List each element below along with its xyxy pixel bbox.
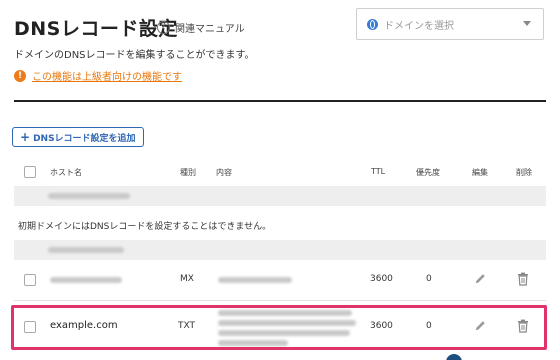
related-manual-link[interactable]: ? 関連マニュアル bbox=[157, 20, 245, 35]
col-edit: 編集 bbox=[472, 168, 488, 177]
record-ttl: 3600 bbox=[370, 274, 393, 284]
col-delete: 削除 bbox=[516, 168, 532, 177]
warning-icon: ! bbox=[14, 69, 26, 82]
advanced-feature-link[interactable]: この機能は上級者向けの機能です bbox=[32, 68, 182, 83]
domain-group-bar bbox=[14, 186, 546, 206]
page-title: DNSレコード設定 bbox=[14, 18, 178, 40]
globe-icon bbox=[367, 18, 378, 30]
plus-icon: + bbox=[20, 130, 31, 144]
table-header: ホスト名 種別 内容 TTL 優先度 編集 削除 bbox=[14, 162, 546, 182]
domain-group-bar bbox=[14, 240, 546, 260]
scroll-to-top-button[interactable] bbox=[446, 354, 462, 360]
col-content: 内容 bbox=[216, 168, 232, 177]
select-all-checkbox[interactable] bbox=[24, 166, 36, 178]
trash-icon[interactable] bbox=[517, 272, 529, 286]
chevron-down-icon bbox=[523, 21, 531, 26]
col-priority: 優先度 bbox=[416, 168, 440, 177]
add-dns-record-button[interactable]: + DNSレコード設定を追加 bbox=[12, 127, 144, 147]
blurred-domain bbox=[48, 247, 124, 253]
record-priority: 0 bbox=[426, 274, 432, 284]
record-type: MX bbox=[180, 274, 194, 284]
row-highlight bbox=[11, 305, 547, 350]
help-icon: ? bbox=[157, 21, 170, 34]
advanced-warning: ! この機能は上級者向けの機能です bbox=[14, 68, 182, 83]
col-host: ホスト名 bbox=[50, 168, 82, 177]
col-type: 種別 bbox=[180, 168, 196, 177]
blurred-host bbox=[50, 277, 122, 283]
table-row: MX 3600 0 bbox=[14, 260, 546, 300]
row-checkbox[interactable] bbox=[24, 274, 36, 286]
initial-domain-notice: 初期ドメインにはDNSレコードを設定することはできません。 bbox=[18, 222, 272, 232]
header-divider bbox=[14, 100, 546, 102]
blurred-content bbox=[218, 277, 292, 283]
related-manual-label: 関連マニュアル bbox=[175, 24, 245, 35]
domain-select[interactable]: ドメインを選択 bbox=[356, 8, 544, 40]
pencil-icon[interactable] bbox=[474, 272, 487, 285]
row-divider bbox=[14, 300, 546, 301]
col-ttl: TTL bbox=[371, 167, 386, 176]
add-dns-record-label: DNSレコード設定を追加 bbox=[33, 133, 136, 144]
blurred-domain bbox=[48, 193, 130, 199]
domain-select-placeholder: ドメインを選択 bbox=[384, 20, 454, 32]
page-description: ドメインのDNSレコードを編集することができます。 bbox=[14, 50, 255, 61]
